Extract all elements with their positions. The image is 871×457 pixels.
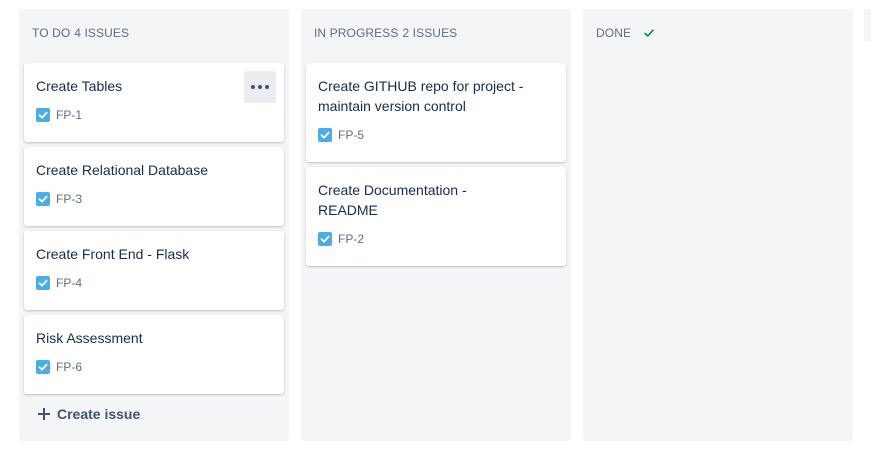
task-icon (36, 108, 50, 122)
column-header-todo: TO DO 4 ISSUES (32, 26, 129, 40)
issue-key-row: FP-6 (36, 360, 82, 374)
issue-card[interactable]: Risk Assessment FP-6 (24, 315, 284, 394)
task-icon (318, 232, 332, 246)
column-header-done: DONE (596, 26, 655, 40)
issue-key[interactable]: FP-5 (338, 128, 364, 142)
task-icon (36, 360, 50, 374)
issue-key[interactable]: FP-6 (56, 360, 82, 374)
create-issue-label: Create issue (57, 406, 141, 422)
column-title: IN PROGRESS (314, 26, 399, 40)
issue-key-row: FP-1 (36, 108, 82, 122)
plus-icon (37, 407, 51, 421)
issue-card[interactable]: Create GITHUB repo for project - maintai… (306, 63, 566, 162)
column-issue-count: 4 ISSUES (74, 26, 130, 40)
more-actions-button[interactable] (244, 71, 276, 103)
task-icon (36, 276, 50, 290)
column-issue-count: 2 ISSUES (402, 26, 458, 40)
kanban-board: TO DO 4 ISSUES Create Tables FP-1 Create … (0, 0, 871, 457)
issue-card[interactable]: Create Tables FP-1 (24, 63, 284, 142)
issue-key-row: FP-4 (36, 276, 82, 290)
check-icon (643, 27, 655, 39)
column-title: TO DO (32, 26, 71, 40)
issue-summary: Create Front End - Flask (36, 246, 190, 262)
issue-card[interactable]: Create Front End - Flask FP-4 (24, 231, 284, 310)
issue-key[interactable]: FP-3 (56, 192, 82, 206)
issue-summary: Create Relational Database (36, 162, 208, 178)
issue-card[interactable]: Create Relational Database FP-3 (24, 147, 284, 226)
issue-key-row: FP-5 (318, 128, 364, 142)
issue-card[interactable]: Create Documentation - README FP-2 (306, 167, 566, 266)
column-done: DONE (583, 9, 853, 441)
column-header-in-progress: IN PROGRESS 2 ISSUES (314, 26, 457, 40)
issue-key[interactable]: FP-2 (338, 232, 364, 246)
issue-summary: Create GITHUB repo for project - maintai… (318, 78, 524, 114)
issue-key[interactable]: FP-4 (56, 276, 82, 290)
issue-key-row: FP-3 (36, 192, 82, 206)
issue-summary: Create Tables (36, 78, 123, 94)
column-in-progress: IN PROGRESS 2 ISSUES Create GITHUB repo f… (301, 9, 571, 441)
issue-summary: Create Documentation - README (318, 182, 467, 218)
issue-key[interactable]: FP-1 (56, 108, 82, 122)
issue-key-row: FP-2 (318, 232, 364, 246)
issue-summary: Risk Assessment (36, 330, 143, 346)
task-icon (318, 128, 332, 142)
column-title: DONE (596, 26, 632, 40)
create-issue-button[interactable]: Create issue (37, 406, 140, 422)
task-icon (36, 192, 50, 206)
next-column-edge (864, 9, 871, 41)
column-todo: TO DO 4 ISSUES Create Tables FP-1 Create … (19, 9, 289, 441)
